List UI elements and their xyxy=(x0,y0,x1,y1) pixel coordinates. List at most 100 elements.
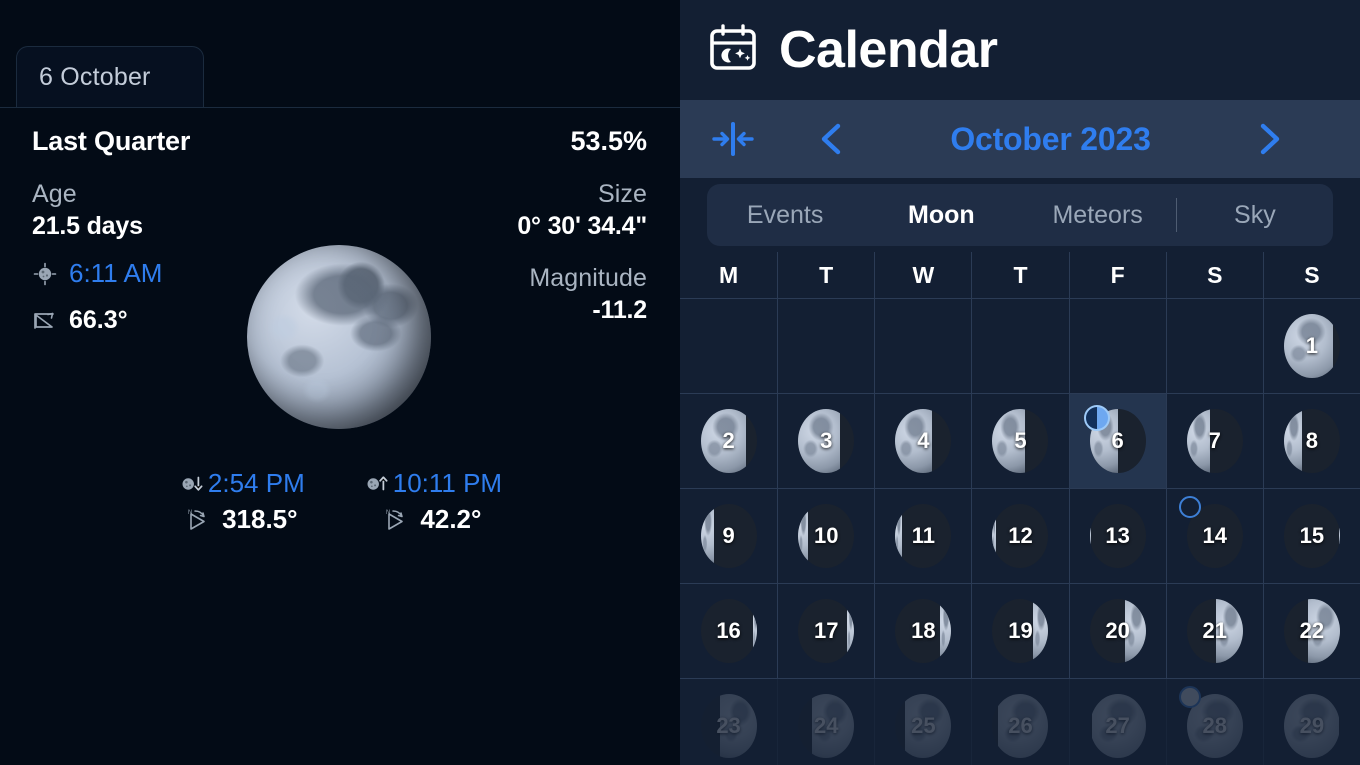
calendar-week-row: 2 3 4 5 6 7 8 xyxy=(680,394,1360,489)
moon-phase-thumbnail: 16 xyxy=(700,599,757,663)
day-number: 14 xyxy=(1202,523,1227,548)
calendar-day-cell[interactable]: 3 xyxy=(777,394,874,488)
day-number: 29 xyxy=(1299,713,1325,738)
calendar-day-cell[interactable]: 18 xyxy=(874,584,971,678)
calendar-day-cell[interactable]: 17 xyxy=(777,584,874,678)
calendar-panel: Calendar October 2023 Events Moon Meteor… xyxy=(680,0,1360,765)
calendar-day-cell[interactable]: 27 xyxy=(1068,679,1166,765)
calendar-day-cell[interactable]: 28 xyxy=(1165,679,1263,765)
day-number: 10 xyxy=(813,523,839,548)
moon-phase-thumbnail: 26 xyxy=(992,694,1049,758)
chevron-right-icon[interactable] xyxy=(1246,117,1290,161)
calendar-day-cell[interactable]: 12 xyxy=(971,489,1068,583)
moon-lit-region xyxy=(940,599,952,663)
badge-shadow-half xyxy=(1085,407,1097,429)
calendar-day-cell[interactable]: 14 xyxy=(1165,489,1263,583)
day-number: 18 xyxy=(911,618,936,643)
moonrise-azimuth: 42.2° xyxy=(420,504,482,534)
day-number: 21 xyxy=(1202,618,1227,643)
weekday-header-3: T xyxy=(971,252,1068,299)
moon-transit-time: 6:11 AM xyxy=(69,258,163,288)
moon-magnitude-value: -11.2 xyxy=(592,296,647,324)
tab-sky[interactable]: Sky xyxy=(1177,184,1333,246)
calendar-day-cell[interactable]: 2 xyxy=(680,394,777,488)
moonset-azimuth: 318.5° xyxy=(222,504,298,534)
tab-meteors[interactable]: Meteors xyxy=(1020,184,1176,246)
tab-events[interactable]: Events xyxy=(707,184,863,246)
current-month-label[interactable]: October 2023 xyxy=(855,121,1246,158)
moon-phase-thumbnail: 3 xyxy=(798,409,855,473)
calendar-day-cell[interactable]: 5 xyxy=(971,394,1068,488)
day-number: 11 xyxy=(911,523,935,548)
day-number: 12 xyxy=(1008,523,1033,548)
calendar-week-row: 16 17 18 19 20 21 22 xyxy=(680,584,1360,679)
moon-altitude-value: 66.3° xyxy=(69,306,128,334)
calendar-day-cell[interactable]: 26 xyxy=(971,679,1068,765)
moon-age-label: Age xyxy=(32,180,77,208)
calendar-day-cell[interactable]: 21 xyxy=(1165,584,1263,678)
calendar-day-cell[interactable]: 10 xyxy=(777,489,874,583)
moon-magnitude-label: Magnitude xyxy=(529,264,647,292)
moon-lit-region xyxy=(895,504,902,568)
tab-moon[interactable]: Moon xyxy=(863,184,1019,246)
azimuth-direction-icon: N xyxy=(383,507,409,533)
date-tab-label: 6 October xyxy=(39,63,151,91)
jump-to-today-icon[interactable] xyxy=(707,113,759,165)
full-moon-phase-badge xyxy=(1178,686,1201,708)
moon-lit-region xyxy=(1338,504,1340,568)
calendar-cell-empty xyxy=(1068,299,1166,393)
calendar-day-cell[interactable]: 19 xyxy=(971,584,1068,678)
day-number: 5 xyxy=(1014,428,1027,453)
moon-phase-thumbnail: 21 xyxy=(1186,599,1243,663)
moon-phase-name: Last Quarter xyxy=(32,126,191,156)
moon-lit-region xyxy=(992,504,996,568)
weekday-header-row: MTWTFSS xyxy=(680,252,1360,299)
chevron-left-icon[interactable] xyxy=(811,117,855,161)
calendar-day-cell[interactable]: 24 xyxy=(777,679,874,765)
calendar-day-cell[interactable]: 23 xyxy=(680,679,777,765)
moon-phase-thumbnail: 1 xyxy=(1283,314,1340,378)
altitude-angle-icon xyxy=(32,308,58,334)
calendar-day-cell[interactable]: 22 xyxy=(1262,584,1360,678)
moonrise-icon xyxy=(363,471,389,497)
moon-lit-region xyxy=(1186,409,1211,473)
day-number: 1 xyxy=(1305,333,1319,358)
calendar-day-cell[interactable]: 16 xyxy=(680,584,777,678)
moon-phase-thumbnail: 14 xyxy=(1178,496,1243,568)
calendar-day-cell[interactable]: 25 xyxy=(874,679,971,765)
weekday-header-2: W xyxy=(874,252,971,299)
moon-phase-thumbnail: 25 xyxy=(895,694,952,758)
calendar-day-cell[interactable]: 7 xyxy=(1165,394,1263,488)
moon-detail-panel: 6 October Last Quarter Age 21.5 days 6:1… xyxy=(0,0,680,765)
moon-phase-thumbnail: 19 xyxy=(992,599,1049,663)
moon-calendar-app: 6 October Last Quarter Age 21.5 days 6:1… xyxy=(0,0,1360,765)
day-number: 17 xyxy=(813,618,839,643)
calendar-moon-icon xyxy=(707,22,759,79)
weekday-header-1: T xyxy=(777,252,874,299)
moon-phase-thumbnail: 2 xyxy=(700,409,757,473)
calendar-day-cell[interactable]: 11 xyxy=(874,489,971,583)
calendar-header: Calendar xyxy=(680,0,1360,100)
calendar-cell-empty xyxy=(777,299,874,393)
moon-lit-region xyxy=(847,599,855,663)
moon-phase-thumbnail: 20 xyxy=(1089,599,1146,663)
calendar-day-cell[interactable]: 13 xyxy=(1068,489,1166,583)
calendar-cell-empty xyxy=(971,299,1068,393)
day-number: 16 xyxy=(716,618,741,643)
moon-phase-thumbnail: 13 xyxy=(1089,504,1146,568)
moon-phase-thumbnail: 18 xyxy=(895,599,952,663)
calendar-day-cell[interactable]: 1 xyxy=(1262,299,1360,393)
day-number: 2 xyxy=(722,428,735,453)
calendar-day-cell[interactable]: 8 xyxy=(1262,394,1360,488)
calendar-day-cell[interactable]: 4 xyxy=(874,394,971,488)
calendar-day-cell[interactable]: 29 xyxy=(1262,679,1360,765)
calendar-day-cell[interactable]: 20 xyxy=(1068,584,1166,678)
moon-phase-thumbnail: 22 xyxy=(1283,599,1340,663)
calendar-day-cell[interactable]: 6 xyxy=(1068,394,1166,488)
date-tab[interactable]: 6 October xyxy=(16,46,204,108)
azimuth-direction-icon: N xyxy=(185,507,211,533)
calendar-grid: MTWTFSS 1 2 3 4 5 6 7 8 9 10 11 12 13 14 15 16 17 18 19 20 2… xyxy=(680,252,1360,765)
calendar-day-cell[interactable]: 15 xyxy=(1262,489,1360,583)
calendar-day-cell[interactable]: 9 xyxy=(680,489,777,583)
day-number: 26 xyxy=(1008,713,1033,738)
